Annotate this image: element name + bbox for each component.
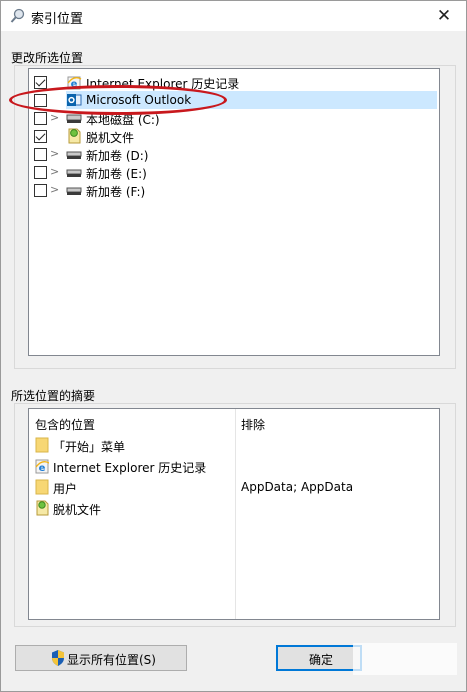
summary-row-exclusions: AppData; AppData xyxy=(241,480,354,494)
tree-item-label: 脱机文件 xyxy=(86,131,135,145)
summary-label: 所选位置的摘要 xyxy=(11,389,96,403)
offline-files-icon xyxy=(36,500,49,516)
offline-files-icon xyxy=(68,128,81,144)
tree-item-drive-e[interactable]: > 新加卷 (E:) xyxy=(29,163,437,181)
internet-explorer-icon: e xyxy=(67,76,82,90)
window-title: 索引位置 xyxy=(31,12,84,27)
chevron-right-icon[interactable]: > xyxy=(50,165,60,179)
chevron-right-icon[interactable]: > xyxy=(50,183,60,197)
tree-item-label: Microsoft Outlook xyxy=(86,93,192,107)
tree-item-drive-d[interactable]: > 新加卷 (D:) xyxy=(29,145,437,163)
close-icon: ✕ xyxy=(436,6,452,26)
checkbox-checked[interactable] xyxy=(34,76,47,89)
checkbox-unchecked[interactable] xyxy=(34,94,47,107)
chevron-right-icon[interactable]: > xyxy=(50,147,60,161)
indexed-locations-dialog: 索引位置 ✕ 更改所选位置 e Internet Explorer 历史记录 M… xyxy=(0,0,467,692)
summary-row: 「开始」菜单 xyxy=(35,436,235,454)
ok-button-label: 确定 xyxy=(309,653,334,667)
tree-item-ie-history[interactable]: e Internet Explorer 历史记录 xyxy=(29,73,437,91)
outlook-icon xyxy=(67,94,82,106)
tree-item-label: 本地磁盘 (C:) xyxy=(86,113,160,127)
drive-icon xyxy=(66,114,82,123)
folder-icon xyxy=(35,479,49,495)
drive-icon xyxy=(66,151,82,159)
uac-shield-icon xyxy=(52,650,64,666)
summary-row: e Internet Explorer 历史记录 xyxy=(35,457,235,475)
checkbox-unchecked[interactable] xyxy=(34,148,47,161)
show-all-locations-button[interactable]: 显示所有位置(S) xyxy=(15,645,187,671)
included-column-header: 包含的位置 xyxy=(35,418,96,432)
drive-icon xyxy=(66,187,82,195)
drive-icon xyxy=(66,169,82,177)
excluded-column-header: 排除 xyxy=(241,418,266,432)
checkbox-unchecked[interactable] xyxy=(34,112,47,125)
checkbox-unchecked[interactable] xyxy=(34,166,47,179)
summary-row-label: Internet Explorer 历史记录 xyxy=(53,461,207,475)
title-bar: 索引位置 ✕ xyxy=(1,1,466,31)
summary-row: 脱机文件 xyxy=(35,499,235,517)
svg-text:e: e xyxy=(71,79,78,90)
tree-item-label: 新加卷 (D:) xyxy=(86,149,149,163)
folder-icon xyxy=(35,437,49,453)
summary-list: 包含的位置 排除 「开始」菜单 e Internet Explorer 历史记录… xyxy=(28,408,440,620)
tree-item-label: Internet Explorer 历史记录 xyxy=(86,77,240,91)
tree-item-drive-c[interactable]: > 本地磁盘 (C:) xyxy=(29,109,437,127)
chevron-right-icon[interactable]: > xyxy=(50,111,60,125)
tree-item-offline-files[interactable]: 脱机文件 xyxy=(29,127,437,145)
ok-button[interactable]: 确定 xyxy=(276,645,362,671)
svg-text:e: e xyxy=(39,463,46,474)
tree-item-label: 新加卷 (E:) xyxy=(86,167,147,181)
internet-explorer-icon: e xyxy=(35,459,49,474)
summary-row-label: 用户 xyxy=(53,482,78,496)
close-button[interactable]: ✕ xyxy=(422,1,466,31)
tree-item-drive-f[interactable]: > 新加卷 (F:) xyxy=(29,181,437,199)
column-divider xyxy=(235,409,236,619)
watermark-overlay xyxy=(353,643,457,675)
tree-item-label: 新加卷 (F:) xyxy=(86,185,146,199)
summary-row: 用户 xyxy=(35,478,235,496)
change-locations-label: 更改所选位置 xyxy=(11,51,84,65)
checkbox-checked[interactable] xyxy=(34,130,47,143)
checkbox-unchecked[interactable] xyxy=(34,184,47,197)
indexing-options-icon xyxy=(10,8,25,23)
summary-row-label: 「开始」菜单 xyxy=(53,440,126,454)
location-tree[interactable]: e Internet Explorer 历史记录 Microsoft Outlo… xyxy=(28,68,440,356)
summary-row-label: 脱机文件 xyxy=(53,503,102,517)
show-all-locations-label: 显示所有位置(S) xyxy=(67,653,156,667)
tree-item-outlook[interactable]: Microsoft Outlook xyxy=(29,91,437,109)
